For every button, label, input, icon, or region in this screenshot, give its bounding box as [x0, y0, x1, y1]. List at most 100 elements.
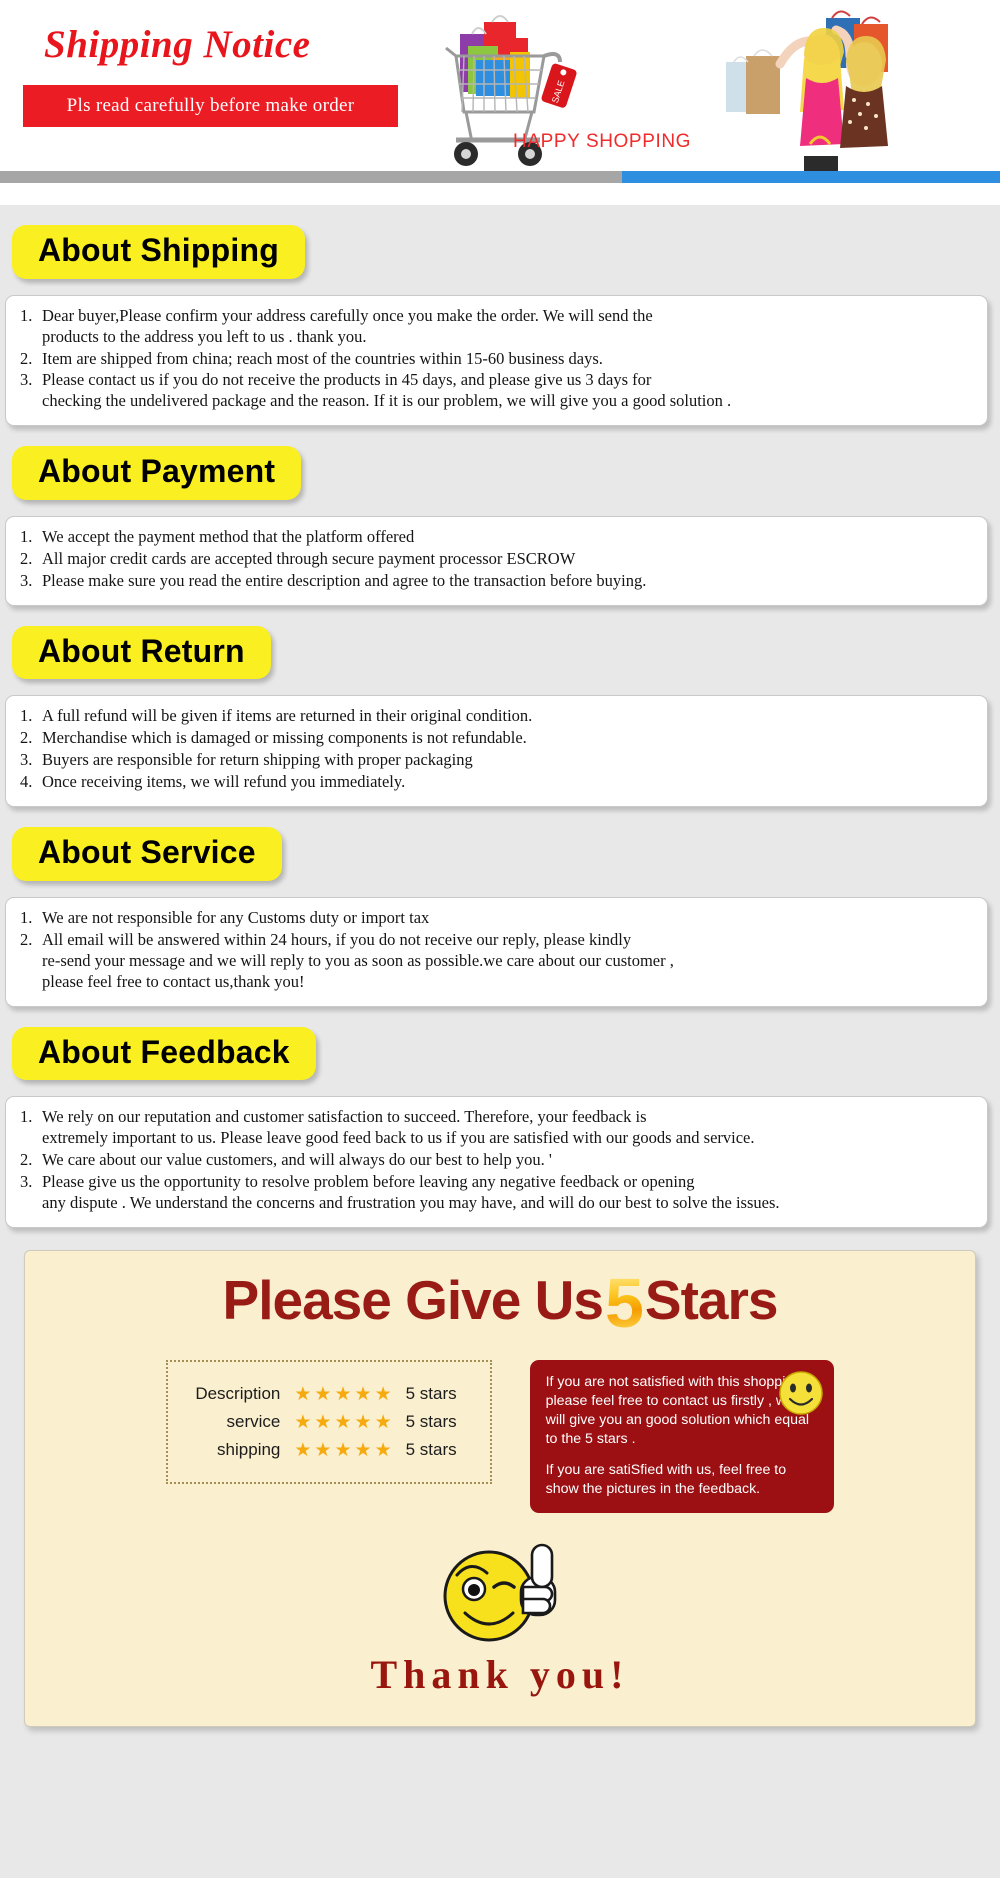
header-banner: Shipping Notice Pls read carefully befor… — [0, 0, 1000, 205]
rating-value: 5 stars — [405, 1384, 457, 1404]
rating-stars[interactable]: ★ ★ ★ ★ ★ — [294, 1441, 391, 1460]
star-icon: ★ — [314, 1439, 332, 1461]
rating-label: Description — [195, 1384, 281, 1404]
list-item-text: We rely on our reputation and customer s… — [42, 1107, 755, 1148]
section-heading-pill-payment: About Payment — [12, 446, 302, 500]
section-card-shipping: 1. Dear buyer,Please confirm your address… — [5, 294, 988, 427]
section-heading-pill-shipping: About Shipping — [12, 225, 305, 279]
star-icon: ★ — [354, 1439, 372, 1461]
section-about-service: About Service 1. We are not responsible f… — [0, 807, 1000, 1007]
footer-title-part2: Stars — [644, 1268, 779, 1331]
list-item: 3. Please give us the opportunity to reso… — [20, 1172, 973, 1214]
list-item: 2. All email will be answered within 24 h… — [20, 930, 973, 993]
section-about-feedback: About Feedback 1. We rely on our reputati… — [0, 1007, 1000, 1228]
section-heading-wrap-return: About Return — [0, 606, 1000, 680]
star-icon: ★ — [334, 1383, 352, 1405]
section-about-shipping: About Shipping 1. Dear buyer,Please confi… — [0, 205, 1000, 427]
list-item-text: We accept the payment method that the pl… — [42, 526, 415, 546]
happy-shoppers-illustration — [718, 4, 930, 172]
list-item: 2. We care about our value customers, and… — [20, 1150, 973, 1171]
footer-title: Please Give Us5Stars — [25, 1263, 975, 1342]
section-heading-pill-service: About Service — [12, 827, 282, 881]
list-item-number: 1. — [20, 305, 33, 325]
section-heading-wrap-service: About Service — [0, 807, 1000, 881]
happy-shopping-text: HAPPY SHOPPING — [513, 131, 692, 152]
section-heading-label-payment: About Payment — [38, 453, 276, 490]
give-us-5-stars-panel: Please Give Us5Stars Description ★ ★ ★ ★… — [24, 1249, 976, 1727]
section-list-service: 1. We are not responsible for any Customs… — [20, 908, 973, 993]
section-list-shipping: 1. Dear buyer,Please confirm your address… — [20, 306, 973, 413]
rating-label: shipping — [217, 1440, 281, 1460]
rating-label: service — [226, 1412, 281, 1432]
star-icon: ★ — [354, 1411, 372, 1433]
list-item-number: 2. — [20, 929, 33, 949]
smiley-face-icon — [778, 1371, 823, 1416]
section-card-return: 1. A full refund will be given if items a… — [5, 695, 988, 808]
section-heading-wrap-shipping: About Shipping — [0, 205, 1000, 279]
list-item-text: A full refund will be given if items are… — [42, 706, 533, 726]
rating-row-service: service ★ ★ ★ ★ ★ 5 stars — [184, 1412, 463, 1432]
section-card-service: 1. We are not responsible for any Customs… — [5, 896, 988, 1007]
list-item-number: 2. — [20, 548, 33, 568]
star-icon: ★ — [314, 1383, 332, 1405]
list-item-number: 3. — [20, 570, 33, 590]
list-item-number: 2. — [20, 1150, 33, 1170]
banner-subtitle-bar: Pls read carefully before make order — [23, 85, 398, 127]
rating-value: 5 stars — [405, 1412, 457, 1432]
star-icon: ★ — [294, 1439, 312, 1461]
list-item: 1. A full refund will be given if items a… — [20, 706, 973, 727]
list-item: 3. Buyers are responsible for return ship… — [20, 750, 973, 771]
star-icon: ★ — [334, 1439, 352, 1461]
list-item-text: Item are shipped from china; reach most … — [42, 348, 603, 368]
rating-value: 5 stars — [405, 1440, 457, 1460]
big-five-number: 5 — [604, 1263, 644, 1342]
list-item-text: We are not responsible for any Customs d… — [42, 907, 430, 927]
star-icon: ★ — [334, 1411, 352, 1433]
section-heading-wrap-payment: About Payment — [0, 426, 1000, 500]
thank-you-text: Thank you! — [370, 1651, 630, 1697]
banner-divider-blue — [622, 171, 1000, 183]
list-item-number: 1. — [20, 907, 33, 927]
list-item-text: Once receiving items, we will refund you… — [42, 772, 406, 792]
list-item: 1. We accept the payment method that the … — [20, 527, 973, 548]
list-item: 1. We are not responsible for any Customs… — [20, 908, 973, 929]
section-heading-pill-return: About Return — [12, 625, 271, 680]
rating-row-shipping: shipping ★ ★ ★ ★ ★ 5 stars — [184, 1440, 463, 1460]
section-heading-label-service: About Service — [38, 834, 256, 871]
star-icon: ★ — [354, 1383, 372, 1405]
list-item-number: 1. — [20, 706, 33, 726]
sections-container: About Shipping 1. Dear buyer,Please confi… — [0, 205, 1000, 1228]
section-heading-wrap-feedback: About Feedback — [0, 1007, 1000, 1081]
list-item-number: 4. — [20, 772, 33, 792]
list-item: 1. Dear buyer,Please confirm your address… — [20, 306, 973, 348]
list-item-number: 3. — [20, 370, 33, 390]
list-item-number: 3. — [20, 1172, 33, 1192]
star-icon: ★ — [314, 1411, 332, 1433]
list-item: 1. We rely on our reputation and customer… — [20, 1107, 973, 1149]
list-item-number: 3. — [20, 750, 33, 770]
section-about-return: About Return 1. A full refund will be giv… — [0, 606, 1000, 808]
page-title: Shipping Notice — [44, 23, 311, 66]
list-item-text: Please make sure you read the entire des… — [42, 570, 647, 590]
list-item-text: Please contact us if you do not receive … — [42, 370, 732, 411]
star-icon: ★ — [294, 1383, 312, 1405]
rating-stars[interactable]: ★ ★ ★ ★ ★ — [294, 1385, 391, 1404]
list-item-text: We care about our value customers, and w… — [42, 1150, 552, 1170]
list-item-text: Buyers are responsible for return shippi… — [42, 750, 473, 770]
list-item: 3. Please contact us if you do not receiv… — [20, 370, 973, 412]
list-item-text: All major credit cards are accepted thro… — [42, 548, 576, 568]
winking-thumbs-up-icon — [443, 1543, 557, 1642]
section-heading-label-shipping: About Shipping — [38, 232, 279, 268]
list-item: 4. Once receiving items, we will refund y… — [20, 772, 973, 793]
rating-row-description: Description ★ ★ ★ ★ ★ 5 stars — [184, 1384, 463, 1404]
list-item-number: 2. — [20, 728, 33, 748]
footer-middle-row: Description ★ ★ ★ ★ ★ 5 stars service ★ … — [25, 1360, 975, 1513]
list-item-text: Dear buyer,Please confirm your address c… — [42, 305, 653, 346]
list-item-text: Merchandise which is damaged or missing … — [42, 728, 527, 748]
section-list-payment: 1. We accept the payment method that the … — [20, 527, 973, 592]
footer-title-part1: Please Give Us — [222, 1268, 604, 1331]
list-item-text: Please give us the opportunity to resolv… — [42, 1172, 780, 1213]
section-heading-label-return: About Return — [38, 632, 245, 669]
section-heading-pill-feedback: About Feedback — [12, 1026, 316, 1081]
rating-stars[interactable]: ★ ★ ★ ★ ★ — [294, 1413, 391, 1432]
